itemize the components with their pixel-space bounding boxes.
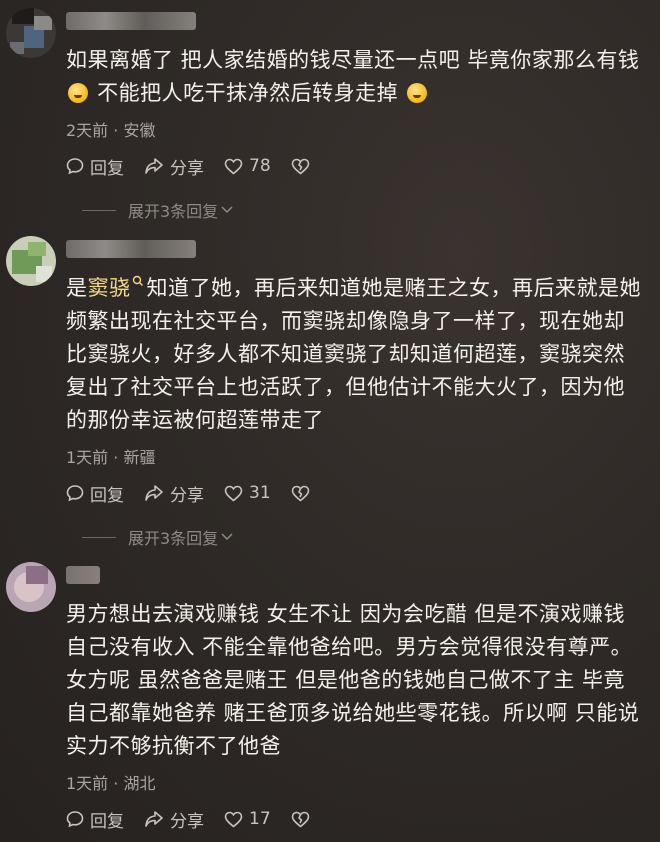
- reply-icon: [66, 485, 84, 502]
- comment-actions: 回复 分享 17: [66, 807, 336, 832]
- share-button[interactable]: 分享: [144, 807, 204, 832]
- share-label: 分享: [170, 811, 204, 832]
- comment-actions: 回复 分享 78: [66, 154, 336, 179]
- username[interactable]: [66, 566, 100, 584]
- comment-meta: 1天前 · 湖北: [66, 774, 156, 793]
- share-icon: [145, 158, 163, 174]
- search-mention-icon: [132, 275, 143, 286]
- expand-replies[interactable]: 展开3条回复: [66, 198, 234, 222]
- share-label: 分享: [170, 158, 204, 179]
- like-count: 17: [249, 809, 271, 829]
- comment-meta: 2天前 · 安徽: [66, 121, 156, 140]
- share-icon: [145, 811, 163, 827]
- broken-heart-icon: [291, 811, 309, 827]
- comment-text-part: 不能把人吃干抹净然后转身走掉: [90, 81, 399, 105]
- comment-text: 是窦骁 知道了她，再后来知道她是赌王之女，再后来就是她频繁出现在社交平台，而窦骁却…: [66, 272, 646, 437]
- chevron-down-icon: [221, 533, 233, 541]
- broken-heart-icon: [291, 158, 309, 174]
- divider: [82, 536, 116, 538]
- like-button[interactable]: 31: [224, 483, 271, 503]
- expand-replies-label: 展开3条回复: [128, 529, 219, 548]
- comment-text-part: 如果离婚了 把人家结婚的钱尽量还一点吧 毕竟你家那么有钱: [66, 48, 640, 72]
- username[interactable]: [66, 12, 196, 30]
- share-label: 分享: [170, 485, 204, 506]
- mention-link[interactable]: 窦骁: [88, 276, 131, 300]
- reply-button[interactable]: 回复: [66, 807, 124, 832]
- reply-icon: [66, 158, 84, 175]
- dislike-button[interactable]: [291, 811, 316, 828]
- comment-text-part: 男方想出去演戏赚钱 女生不让 因为会吃醋 但是不演戏赚钱 自己没有收入 不能全靠…: [66, 602, 640, 758]
- username[interactable]: [66, 240, 196, 258]
- comment-list: 如果离婚了 把人家结婚的钱尽量还一点吧 毕竟你家那么有钱 不能把人吃干抹净然后转…: [0, 0, 660, 842]
- like-count: 31: [249, 483, 271, 503]
- reply-icon: [66, 811, 84, 828]
- share-button[interactable]: 分享: [144, 154, 204, 179]
- dislike-button[interactable]: [291, 485, 316, 502]
- comment-text: 如果离婚了 把人家结婚的钱尽量还一点吧 毕竟你家那么有钱 不能把人吃干抹净然后转…: [66, 44, 646, 110]
- avatar[interactable]: [6, 8, 56, 58]
- dislike-button[interactable]: [291, 158, 316, 175]
- reply-label: 回复: [90, 158, 124, 179]
- share-button[interactable]: 分享: [144, 481, 204, 506]
- heart-icon: [224, 158, 243, 175]
- comment-text-part: 是: [66, 276, 88, 300]
- reply-button[interactable]: 回复: [66, 481, 124, 506]
- comment-actions: 回复 分享 31: [66, 481, 336, 506]
- comment-text: 男方想出去演戏赚钱 女生不让 因为会吃醋 但是不演戏赚钱 自己没有收入 不能全靠…: [66, 598, 646, 763]
- emoji-icon: [68, 83, 88, 103]
- chevron-down-icon: [221, 206, 233, 214]
- expand-replies[interactable]: 展开3条回复: [66, 525, 234, 549]
- heart-icon: [224, 485, 243, 502]
- emoji-icon: [407, 83, 428, 103]
- avatar[interactable]: [6, 236, 56, 286]
- like-count: 78: [249, 156, 271, 176]
- divider: [82, 209, 116, 211]
- share-icon: [145, 485, 163, 501]
- comment-meta: 1天前 · 新疆: [66, 448, 156, 467]
- heart-icon: [224, 811, 243, 828]
- like-button[interactable]: 17: [224, 809, 271, 829]
- comment-text-part: 知道了她，再后来知道她是赌王之女，再后来就是她频繁出现在社交平台，而窦骁却像隐身…: [66, 276, 641, 432]
- reply-label: 回复: [90, 485, 124, 506]
- avatar[interactable]: [6, 562, 56, 612]
- reply-label: 回复: [90, 811, 124, 832]
- broken-heart-icon: [291, 485, 309, 501]
- like-button[interactable]: 78: [224, 156, 271, 176]
- expand-replies-label: 展开3条回复: [128, 202, 219, 221]
- reply-button[interactable]: 回复: [66, 154, 124, 179]
